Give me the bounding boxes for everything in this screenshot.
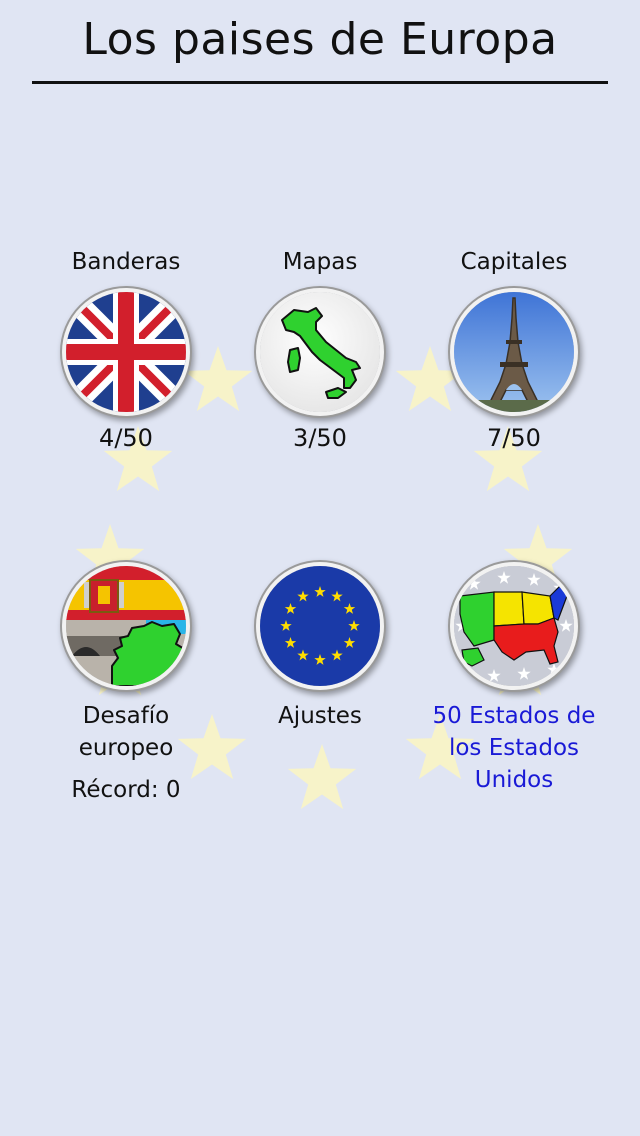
italy-map-icon bbox=[260, 292, 380, 412]
challenge-tile[interactable]: Desafío europeo Récord: 0 bbox=[26, 566, 226, 806]
title-divider bbox=[32, 81, 608, 84]
usa-tile[interactable]: 50 Estados de los Estados Unidos bbox=[414, 566, 614, 796]
flags-tile[interactable]: Banderas 4/50 bbox=[26, 246, 226, 454]
usa-map-icon bbox=[454, 566, 574, 686]
eiffel-tower-icon bbox=[454, 292, 574, 412]
challenge-record: Récord: 0 bbox=[71, 777, 181, 803]
challenge-label-line2: europeo bbox=[78, 735, 174, 761]
capitals-button[interactable] bbox=[454, 292, 574, 412]
maps-score: 3/50 bbox=[293, 424, 347, 452]
uk-flag-icon bbox=[66, 292, 186, 412]
flags-label: Banderas bbox=[71, 249, 181, 275]
challenge-button[interactable] bbox=[66, 566, 186, 686]
usa-button[interactable] bbox=[454, 566, 574, 686]
flags-button[interactable] bbox=[66, 292, 186, 412]
capitals-tile[interactable]: Capitales 7/50 bbox=[414, 246, 614, 454]
maps-button[interactable] bbox=[260, 292, 380, 412]
flags-score: 4/50 bbox=[99, 424, 153, 452]
usa-label-line1[interactable]: 50 Estados de bbox=[414, 700, 614, 732]
page-title: Los paises de Europa bbox=[82, 14, 558, 65]
settings-tile[interactable]: Ajustes bbox=[220, 566, 420, 732]
spain-challenge-icon bbox=[66, 566, 186, 686]
eu-flag-icon bbox=[260, 566, 380, 686]
settings-button[interactable] bbox=[260, 566, 380, 686]
usa-label-line2[interactable]: los Estados Unidos bbox=[414, 732, 614, 796]
maps-tile[interactable]: Mapas 3/50 bbox=[220, 246, 420, 454]
background-star bbox=[287, 744, 357, 810]
challenge-label-line1: Desafío bbox=[82, 703, 170, 729]
capitals-label: Capitales bbox=[460, 249, 568, 275]
settings-label: Ajustes bbox=[278, 703, 362, 729]
maps-label: Mapas bbox=[282, 249, 358, 275]
capitals-score: 7/50 bbox=[487, 424, 541, 452]
